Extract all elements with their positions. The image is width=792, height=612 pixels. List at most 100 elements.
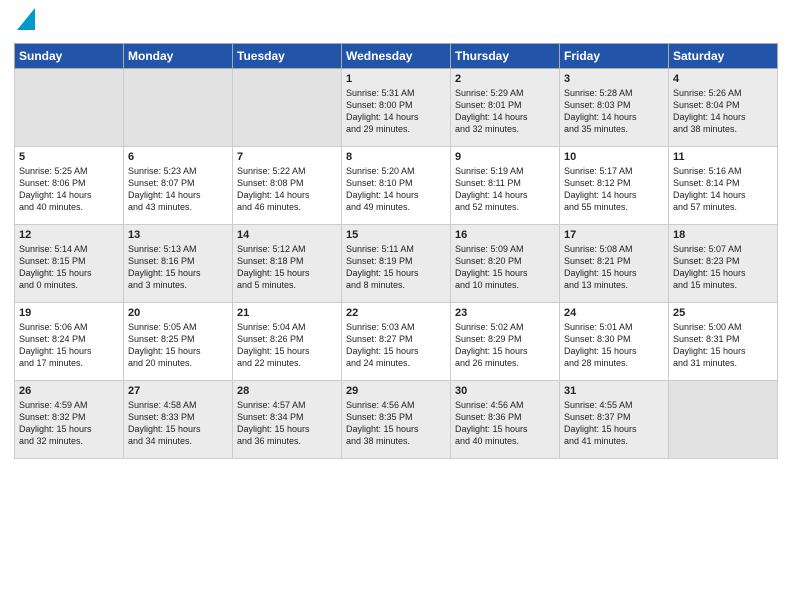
day-number: 19 (19, 307, 119, 319)
calendar-cell: 9 Sunrise: 5:19 AM Sunset: 8:11 PM Daylig… (451, 147, 560, 225)
logo-text-block (14, 10, 35, 35)
calendar-header-sunday: Sunday (15, 44, 124, 69)
day-info: Sunrise: 5:08 AM Sunset: 8:21 PM Dayligh… (564, 243, 664, 292)
day-number: 13 (128, 229, 228, 241)
day-number: 9 (455, 151, 555, 163)
calendar-header-saturday: Saturday (669, 44, 778, 69)
calendar-cell: 12Sunrise: 5:14 AM Sunset: 8:15 PM Dayli… (15, 225, 124, 303)
day-info: Sunrise: 5:03 AM Sunset: 8:27 PM Dayligh… (346, 321, 446, 370)
calendar-cell: 1 Sunrise: 5:31 AM Sunset: 8:00 PM Daylig… (342, 69, 451, 147)
calendar-cell: 10 Sunrise: 5:17 AM Sunset: 8:12 PM Dayli… (560, 147, 669, 225)
calendar-cell: 4 Sunrise: 5:26 AM Sunset: 8:04 PM Daylig… (669, 69, 778, 147)
calendar-cell: 30Sunrise: 4:56 AM Sunset: 8:36 PM Dayli… (451, 381, 560, 459)
calendar-cell: 2 Sunrise: 5:29 AM Sunset: 8:01 PM Daylig… (451, 69, 560, 147)
day-number: 18 (673, 229, 773, 241)
calendar-cell: 7Sunrise: 5:22 AM Sunset: 8:08 PM Daylig… (233, 147, 342, 225)
calendar-cell: 6 Sunrise: 5:23 AM Sunset: 8:07 PM Daylig… (124, 147, 233, 225)
calendar-week-3: 12Sunrise: 5:14 AM Sunset: 8:15 PM Dayli… (15, 225, 778, 303)
day-number: 12 (19, 229, 119, 241)
day-info: Sunrise: 5:01 AM Sunset: 8:30 PM Dayligh… (564, 321, 664, 370)
calendar-header-friday: Friday (560, 44, 669, 69)
calendar-cell: 17 Sunrise: 5:08 AM Sunset: 8:21 PM Dayli… (560, 225, 669, 303)
day-number: 4 (673, 73, 773, 85)
calendar-cell: 14Sunrise: 5:12 AM Sunset: 8:18 PM Dayli… (233, 225, 342, 303)
day-info: Sunrise: 5:23 AM Sunset: 8:07 PM Dayligh… (128, 165, 228, 214)
day-number: 10 (564, 151, 664, 163)
day-info: Sunrise: 5:22 AM Sunset: 8:08 PM Dayligh… (237, 165, 337, 214)
logo-triangle-icon (17, 8, 35, 30)
logo (14, 10, 35, 35)
day-info: Sunrise: 5:31 AM Sunset: 8:00 PM Dayligh… (346, 87, 446, 136)
calendar-cell: 3 Sunrise: 5:28 AM Sunset: 8:03 PM Daylig… (560, 69, 669, 147)
day-number: 16 (455, 229, 555, 241)
calendar-cell: 24 Sunrise: 5:01 AM Sunset: 8:30 PM Dayli… (560, 303, 669, 381)
calendar-cell: 16Sunrise: 5:09 AM Sunset: 8:20 PM Dayli… (451, 225, 560, 303)
day-number: 31 (564, 385, 664, 397)
calendar-cell: 5Sunrise: 5:25 AM Sunset: 8:06 PM Daylig… (15, 147, 124, 225)
day-info: Sunrise: 5:29 AM Sunset: 8:01 PM Dayligh… (455, 87, 555, 136)
day-info: Sunrise: 5:25 AM Sunset: 8:06 PM Dayligh… (19, 165, 119, 214)
calendar-cell (124, 69, 233, 147)
day-number: 11 (673, 151, 773, 163)
day-info: Sunrise: 5:16 AM Sunset: 8:14 PM Dayligh… (673, 165, 773, 214)
day-number: 27 (128, 385, 228, 397)
calendar-header-monday: Monday (124, 44, 233, 69)
day-info: Sunrise: 5:02 AM Sunset: 8:29 PM Dayligh… (455, 321, 555, 370)
calendar-cell: 31 Sunrise: 4:55 AM Sunset: 8:37 PM Dayli… (560, 381, 669, 459)
calendar-cell: 26 Sunrise: 4:59 AM Sunset: 8:32 PM Dayli… (15, 381, 124, 459)
calendar-week-2: 5Sunrise: 5:25 AM Sunset: 8:06 PM Daylig… (15, 147, 778, 225)
calendar-cell: 27 Sunrise: 4:58 AM Sunset: 8:33 PM Dayli… (124, 381, 233, 459)
day-number: 21 (237, 307, 337, 319)
day-number: 8 (346, 151, 446, 163)
calendar-header-wednesday: Wednesday (342, 44, 451, 69)
calendar-cell: 20 Sunrise: 5:05 AM Sunset: 8:25 PM Dayli… (124, 303, 233, 381)
day-number: 28 (237, 385, 337, 397)
day-number: 17 (564, 229, 664, 241)
day-info: Sunrise: 5:17 AM Sunset: 8:12 PM Dayligh… (564, 165, 664, 214)
day-info: Sunrise: 4:56 AM Sunset: 8:35 PM Dayligh… (346, 399, 446, 448)
day-number: 22 (346, 307, 446, 319)
day-info: Sunrise: 5:05 AM Sunset: 8:25 PM Dayligh… (128, 321, 228, 370)
day-number: 2 (455, 73, 555, 85)
calendar-cell: 22 Sunrise: 5:03 AM Sunset: 8:27 PM Dayli… (342, 303, 451, 381)
day-number: 30 (455, 385, 555, 397)
day-info: Sunrise: 5:20 AM Sunset: 8:10 PM Dayligh… (346, 165, 446, 214)
header (14, 10, 778, 35)
calendar-header-thursday: Thursday (451, 44, 560, 69)
day-info: Sunrise: 5:12 AM Sunset: 8:18 PM Dayligh… (237, 243, 337, 292)
day-info: Sunrise: 5:19 AM Sunset: 8:11 PM Dayligh… (455, 165, 555, 214)
day-info: Sunrise: 5:13 AM Sunset: 8:16 PM Dayligh… (128, 243, 228, 292)
day-number: 29 (346, 385, 446, 397)
calendar-week-4: 19Sunrise: 5:06 AM Sunset: 8:24 PM Dayli… (15, 303, 778, 381)
day-info: Sunrise: 5:28 AM Sunset: 8:03 PM Dayligh… (564, 87, 664, 136)
day-number: 23 (455, 307, 555, 319)
day-number: 3 (564, 73, 664, 85)
day-number: 6 (128, 151, 228, 163)
calendar-cell: 18 Sunrise: 5:07 AM Sunset: 8:23 PM Dayli… (669, 225, 778, 303)
day-number: 26 (19, 385, 119, 397)
day-info: Sunrise: 5:07 AM Sunset: 8:23 PM Dayligh… (673, 243, 773, 292)
day-info: Sunrise: 4:59 AM Sunset: 8:32 PM Dayligh… (19, 399, 119, 448)
day-number: 15 (346, 229, 446, 241)
page: SundayMondayTuesdayWednesdayThursdayFrid… (0, 0, 792, 612)
day-info: Sunrise: 5:11 AM Sunset: 8:19 PM Dayligh… (346, 243, 446, 292)
day-number: 1 (346, 73, 446, 85)
day-info: Sunrise: 4:58 AM Sunset: 8:33 PM Dayligh… (128, 399, 228, 448)
calendar-cell: 23 Sunrise: 5:02 AM Sunset: 8:29 PM Dayli… (451, 303, 560, 381)
calendar-cell: 11 Sunrise: 5:16 AM Sunset: 8:14 PM Dayli… (669, 147, 778, 225)
calendar-header-row: SundayMondayTuesdayWednesdayThursdayFrid… (15, 44, 778, 69)
day-number: 25 (673, 307, 773, 319)
day-info: Sunrise: 4:55 AM Sunset: 8:37 PM Dayligh… (564, 399, 664, 448)
calendar-cell: 21Sunrise: 5:04 AM Sunset: 8:26 PM Dayli… (233, 303, 342, 381)
calendar: SundayMondayTuesdayWednesdayThursdayFrid… (14, 43, 778, 459)
day-number: 20 (128, 307, 228, 319)
day-info: Sunrise: 5:26 AM Sunset: 8:04 PM Dayligh… (673, 87, 773, 136)
calendar-header-tuesday: Tuesday (233, 44, 342, 69)
calendar-cell: 28Sunrise: 4:57 AM Sunset: 8:34 PM Dayli… (233, 381, 342, 459)
day-number: 24 (564, 307, 664, 319)
calendar-week-1: 1 Sunrise: 5:31 AM Sunset: 8:00 PM Daylig… (15, 69, 778, 147)
calendar-cell: 13 Sunrise: 5:13 AM Sunset: 8:16 PM Dayli… (124, 225, 233, 303)
calendar-cell: 15 Sunrise: 5:11 AM Sunset: 8:19 PM Dayli… (342, 225, 451, 303)
calendar-cell: 25Sunrise: 5:00 AM Sunset: 8:31 PM Dayli… (669, 303, 778, 381)
calendar-cell: 29 Sunrise: 4:56 AM Sunset: 8:35 PM Dayli… (342, 381, 451, 459)
